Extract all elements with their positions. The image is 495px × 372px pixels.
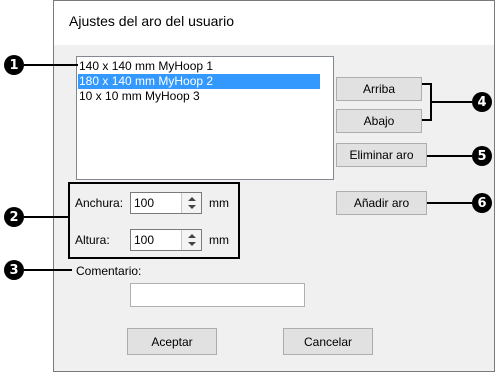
callout-2-icon: 2 xyxy=(4,207,24,227)
callout-1-line xyxy=(24,64,78,66)
hoop-list-item[interactable]: 140 x 140 mm MyHoop 1 xyxy=(78,59,320,74)
callout-3-line xyxy=(24,269,72,271)
ok-button[interactable]: Aceptar xyxy=(127,328,217,355)
hoop-list-item-selected[interactable]: 180 x 140 mm MyHoop 2 xyxy=(78,74,320,89)
dialog-title: Ajustes del aro del usuario xyxy=(69,13,234,29)
cancel-button[interactable]: Cancelar xyxy=(283,328,373,355)
add-hoop-button[interactable]: Añadir aro xyxy=(336,191,427,215)
callout-6-line xyxy=(427,202,472,204)
callout-2-line xyxy=(24,216,68,218)
callout-5-icon: 5 xyxy=(472,146,492,166)
callout-4-bracket xyxy=(422,83,432,121)
callout-4-line xyxy=(432,101,472,103)
callout-6-icon: 6 xyxy=(472,193,492,213)
callout-3-icon: 3 xyxy=(4,260,24,280)
callout-5-line xyxy=(427,155,472,157)
callout-1-icon: 1 xyxy=(4,55,24,75)
comment-label: Comentario: xyxy=(76,264,142,278)
comment-input[interactable] xyxy=(130,283,305,307)
callout-2-box xyxy=(68,182,240,259)
hoop-list-item[interactable]: 10 x 10 mm MyHoop 3 xyxy=(78,89,320,104)
callout-4-icon: 4 xyxy=(472,92,492,112)
move-up-button[interactable]: Arriba xyxy=(336,77,422,101)
move-down-button[interactable]: Abajo xyxy=(336,109,422,133)
delete-hoop-button[interactable]: Eliminar aro xyxy=(336,143,427,167)
